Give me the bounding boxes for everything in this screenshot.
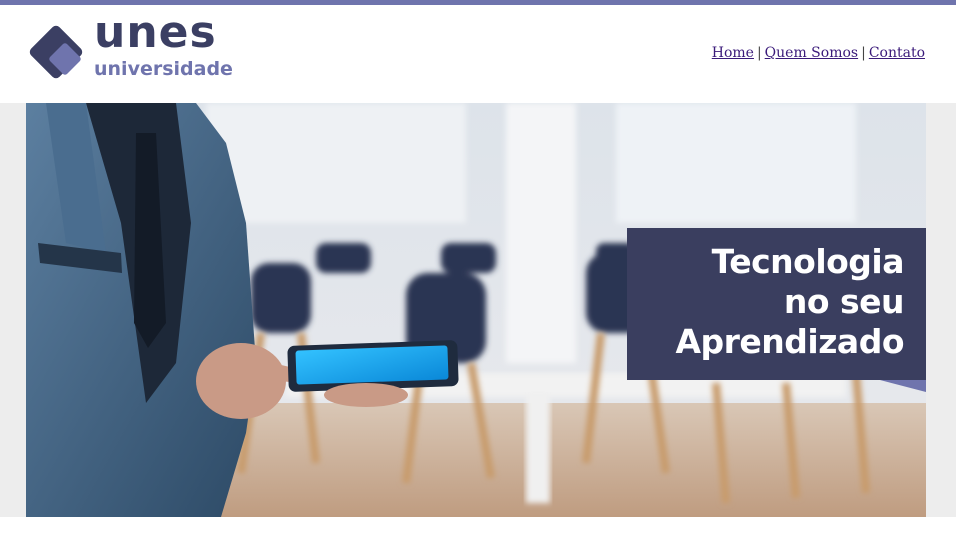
banner-tagline: Tecnologia no seu Aprendizado	[675, 242, 904, 362]
logo-diamond-icon	[29, 25, 83, 79]
tagline-line-3: Aprendizado	[675, 322, 904, 361]
nav-separator: |	[861, 45, 866, 61]
page-footer-space	[0, 517, 956, 538]
main-nav: Home | Quem Somos | Contato	[712, 45, 925, 61]
tagline-accent-triangle	[880, 380, 926, 392]
site-logo[interactable]: unes universidade	[26, 11, 256, 93]
nav-link-contato[interactable]: Contato	[869, 45, 925, 61]
tagline-line-1: Tecnologia	[711, 242, 905, 281]
tagline-line-2: no seu	[783, 282, 905, 321]
logo-wordmark: unes	[94, 7, 217, 58]
nav-link-quem-somos[interactable]: Quem Somos	[765, 45, 858, 61]
logo-subtitle: universidade	[94, 58, 233, 80]
site-header: unes universidade Home | Quem Somos | Contat…	[0, 5, 956, 103]
nav-separator: |	[756, 45, 762, 61]
tagline-panel: Tecnologia no seu Aprendizado	[627, 228, 926, 380]
hero-banner: Tecnologia no seu Aprendizado	[26, 103, 926, 517]
nav-link-home[interactable]: Home	[712, 45, 754, 61]
